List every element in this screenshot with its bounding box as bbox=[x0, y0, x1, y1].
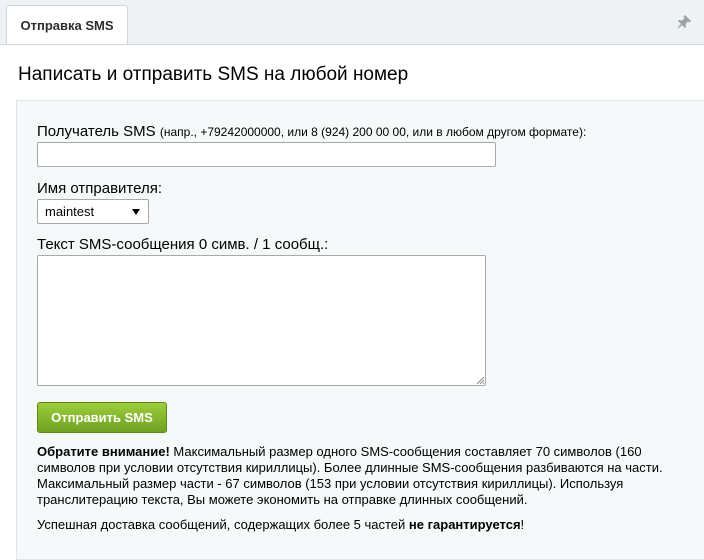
chevron-down-icon bbox=[132, 209, 140, 215]
recipient-label: Получатель SMS (напр., +79242000000, или… bbox=[37, 123, 586, 140]
notice-paragraph: Обратите внимание! Максимальный размер о… bbox=[37, 444, 677, 508]
recipient-input[interactable] bbox=[37, 142, 496, 167]
delivery-text: Успешная доставка сообщений, содержащих … bbox=[37, 517, 409, 532]
send-sms-button-label: Отправить SMS bbox=[51, 410, 153, 425]
resize-grip-icon[interactable] bbox=[476, 376, 484, 384]
delivery-notice: Успешная доставка сообщений, содержащих … bbox=[37, 517, 677, 533]
sender-select[interactable]: maintest bbox=[37, 199, 149, 224]
text-label: Текст SMS-сообщения 0 симв. / 1 сообщ.: bbox=[37, 236, 329, 253]
delivery-end: ! bbox=[520, 517, 525, 532]
tab-label: Отправка SMS bbox=[20, 17, 114, 33]
sender-label: Имя отправителя: bbox=[37, 180, 163, 197]
page-title: Написать и отправить SMS на любой номер bbox=[18, 64, 409, 85]
send-sms-button[interactable]: Отправить SMS bbox=[37, 402, 167, 433]
tab-bar: Отправка SMS bbox=[0, 0, 704, 45]
message-textarea[interactable] bbox=[37, 255, 486, 386]
recipient-label-text: Получатель SMS bbox=[37, 123, 156, 140]
recipient-hint: (напр., +79242000000, или 8 (924) 200 00… bbox=[159, 125, 587, 139]
pin-icon[interactable] bbox=[676, 14, 692, 30]
notice-bold-intro: Обратите внимание! bbox=[37, 444, 170, 459]
sender-selected-value: maintest bbox=[45, 204, 95, 219]
delivery-bold: не гарантируется bbox=[408, 517, 521, 532]
tab-send-sms[interactable]: Отправка SMS bbox=[6, 5, 128, 44]
